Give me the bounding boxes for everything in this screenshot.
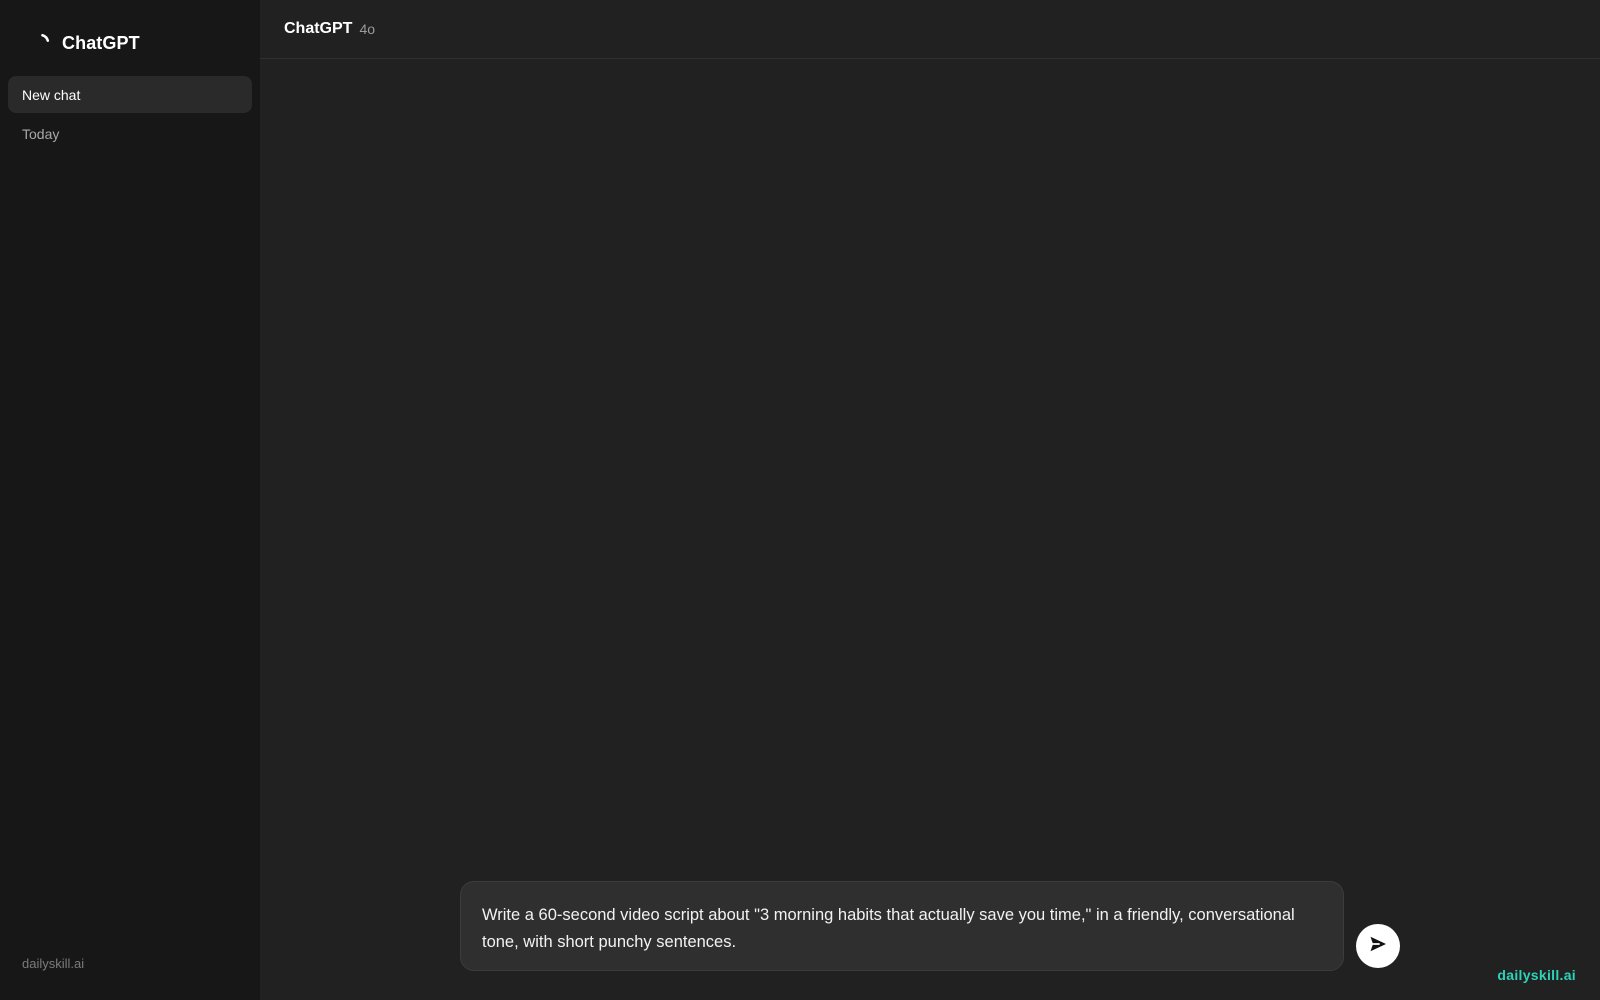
chat-main: ChatGPT 4o Write a 60-second video scrip…	[260, 0, 1600, 1000]
brand[interactable]: ChatGPT	[34, 28, 140, 58]
sidebar-footer-text: dailyskill.ai	[22, 956, 85, 971]
watermark-logo: dailyskill.ai	[1497, 967, 1576, 983]
chat-header: ChatGPT 4o	[260, 0, 1600, 59]
loading-spinner-icon	[34, 31, 58, 55]
model-version-label[interactable]: 4o	[359, 21, 375, 37]
app-window: ChatGPT New chat Today dailyskill.ai Cha…	[0, 0, 1600, 1000]
section-heading-today: Today	[22, 126, 60, 142]
message-composer[interactable]: Write a 60-second video script about "3 …	[460, 881, 1344, 971]
message-input[interactable]: Write a 60-second video script about "3 …	[482, 902, 1323, 956]
model-selector-title[interactable]: ChatGPT	[284, 20, 352, 38]
send-arrow-icon	[1368, 934, 1388, 959]
brand-name: ChatGPT	[62, 32, 140, 53]
sidebar: ChatGPT New chat Today dailyskill.ai	[0, 0, 260, 1000]
new-chat-label: New chat	[22, 86, 81, 103]
send-button[interactable]	[1356, 924, 1400, 968]
new-chat-button[interactable]: New chat	[8, 76, 252, 113]
